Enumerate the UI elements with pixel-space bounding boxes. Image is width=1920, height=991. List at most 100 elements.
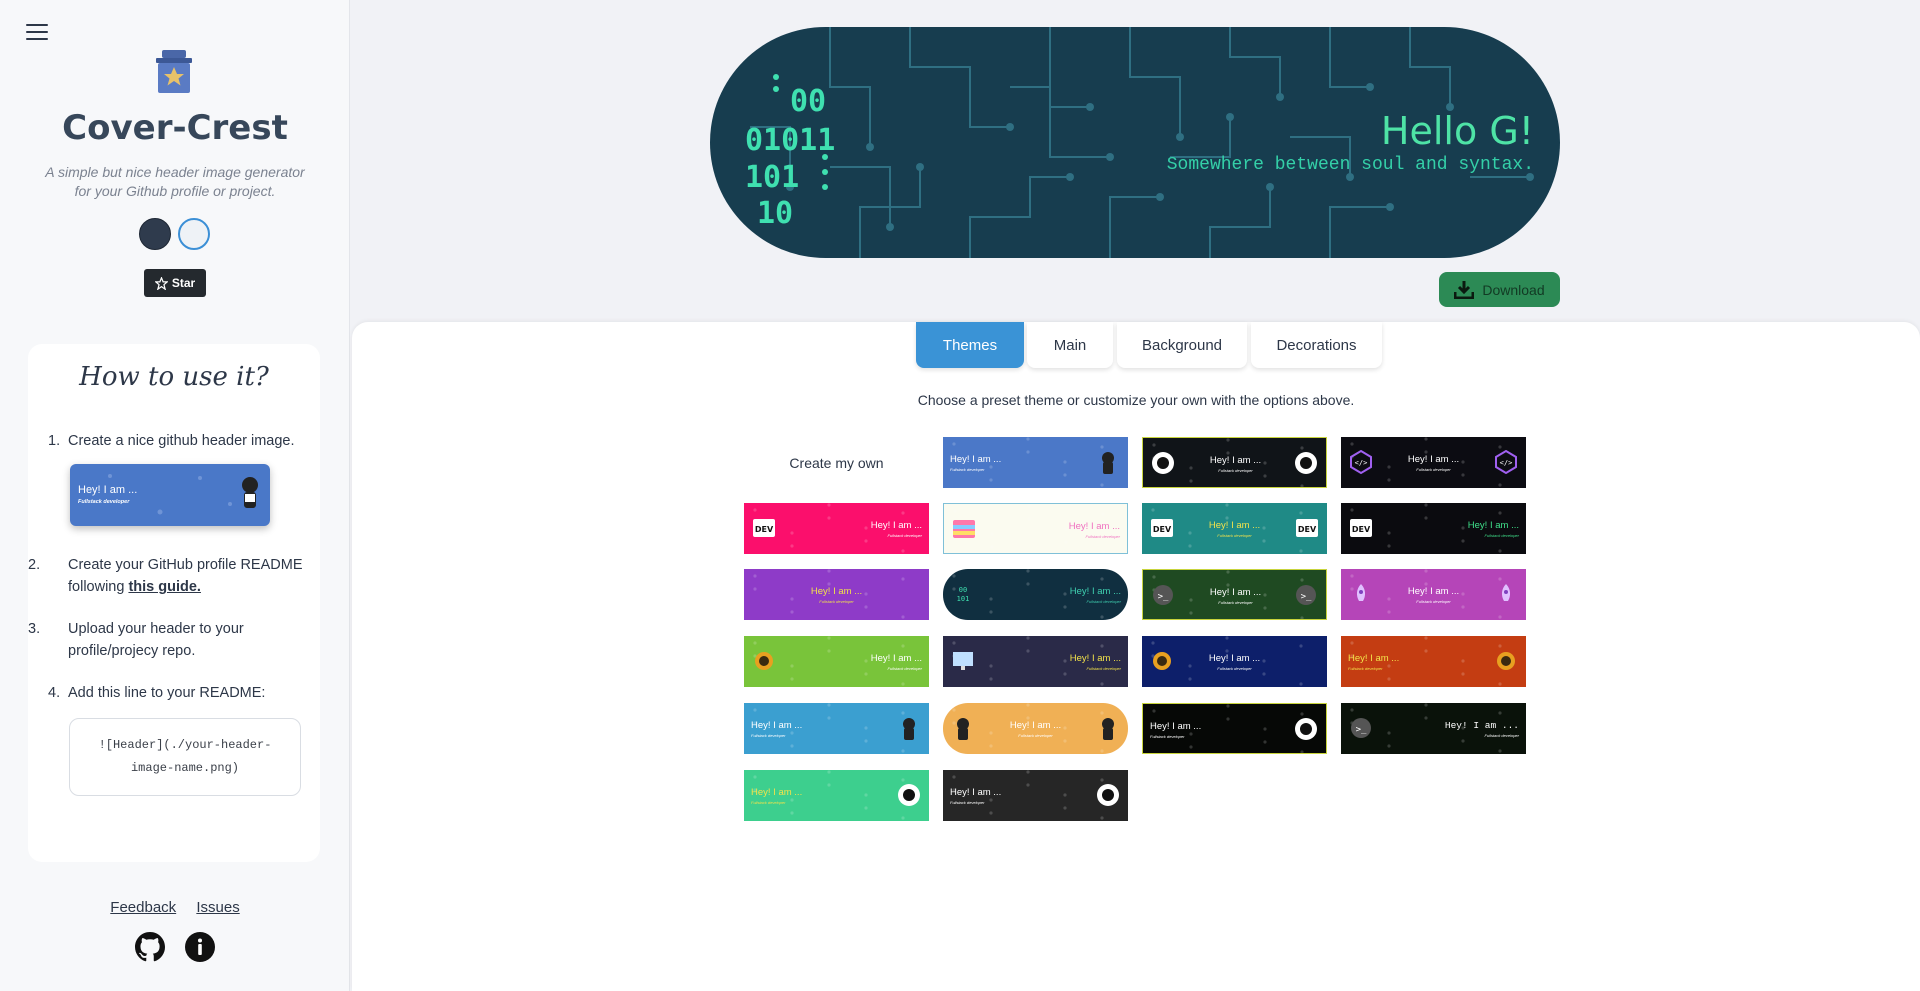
dev-icon: DEV [1151,519,1173,537]
theme-title: Hey! I am ... [1467,520,1519,531]
theme-title: Hey! I am ... [1444,720,1519,731]
theme-thumbnail[interactable]: Hey! I am ... Fullstack developer DEV DEV [1142,503,1327,554]
how-to-title: How to use it? [79,362,269,392]
github-star-button[interactable]: Star [144,269,206,297]
octocat-icon [1102,718,1114,740]
svg-text:DEV: DEV [1153,525,1172,534]
sample-subtitle: Fullstack developer [78,499,130,505]
theme-subtitle: Fullstack developer [1150,734,1185,739]
theme-thumbnail[interactable]: Hey! I am ... Fullstack developer [1341,569,1526,620]
dev-icon: DEV [1296,519,1318,537]
tab-themes[interactable]: Themes [916,322,1024,368]
github-icon [1295,452,1317,474]
theme-thumbnail[interactable]: Hey! I am ... Fullstack developer [744,636,929,687]
step-3: 3. Upload your header to your profile/pro… [28,621,244,659]
theme-thumbnail[interactable]: Hey! I am ... Fullstack developer 00 101 [943,569,1128,620]
terminal-icon: >_ [1296,585,1316,605]
readme-code-snippet[interactable]: ![Header](./your-header-image-name.png) [69,718,301,796]
octocat-icon [957,718,969,740]
theme-title: Hey! I am ... [1069,586,1121,597]
download-button[interactable]: Download [1439,272,1560,307]
theme-subtitle: Fullstack developer [1484,533,1519,538]
octocat-icon [903,718,915,740]
menu-icon[interactable] [26,24,48,42]
issues-link[interactable]: Issues [196,899,239,916]
github-icon[interactable] [135,932,165,962]
info-icon[interactable] [185,932,215,962]
svg-text:>_: >_ [1356,725,1367,735]
rocket-icon [1356,584,1366,601]
theme-thumbnail[interactable]: Hey! I am ... Fullstack developer [1142,636,1327,687]
footer-links: Feedback Issues [0,899,350,916]
theme-subtitle: Fullstack developer [950,800,985,805]
theme-thumbnail[interactable]: Hey! I am ... Fullstack developer [943,437,1128,488]
theme-thumbnail[interactable]: Hey! I am ... Fullstack developer [744,703,929,754]
theme-title: Hey! I am ... [1348,653,1400,664]
rust-icon [1153,652,1171,670]
theme-thumbnail[interactable]: Hey! I am ... Fullstack developer </> </> [1341,437,1526,488]
tab-background[interactable]: Background [1117,322,1247,368]
theme-title: Hey! I am ... [870,520,922,531]
tab-main[interactable]: Main [1027,322,1113,368]
theme-thumbnail[interactable]: Hey! I am ... Fullstack developer [1142,703,1327,754]
theme-thumbnail[interactable]: Hey! I am ... Fullstack developer [943,503,1128,554]
star-label: Star [171,276,196,290]
theme-thumbnail[interactable]: Hey! I am ... Fullstack developer [943,770,1128,821]
theme-subtitle: Fullstack developer [887,666,922,671]
svg-text:DEV: DEV [755,525,774,534]
theme-thumbnail[interactable]: Hey! I am ... Fullstack developer DEV [744,503,929,554]
theme-thumbnail[interactable]: Hey! I am ... Fullstack developer [1341,636,1526,687]
svg-text:</>: </> [1500,459,1513,467]
theme-title: Hey! I am ... [950,454,1002,465]
step-4: 4. Add this line to your README: [48,685,266,701]
theme-title: Hey! I am ... [751,787,803,798]
star-icon [154,276,168,290]
theme-title: Hey! I am ... [751,720,803,731]
svg-text:DEV: DEV [1298,525,1317,534]
create-own-theme[interactable]: Create my own [744,437,929,488]
theme-subtitle: Fullstack developer [819,599,854,604]
octocat-icon [242,477,258,508]
theme-thumbnail[interactable]: Hey! I am ... Fullstack developer [744,569,929,620]
themes-hint: Choose a preset theme or customize your … [917,392,1355,408]
svg-text:DEV: DEV [1352,525,1371,534]
rocket-icon [1501,584,1511,601]
theme-thumbnail[interactable]: Hey! I am ... Fullstack developer >_ [1341,703,1526,754]
tab-decorations[interactable]: Decorations [1251,322,1382,368]
feedback-link[interactable]: Feedback [110,899,176,916]
theme-title: Hey! I am ... [1068,521,1120,532]
theme-thumbnail[interactable]: Hey! I am ... Fullstack developer [1142,437,1327,488]
svg-text:</>: </> [1355,459,1368,467]
theme-thumbnail[interactable]: Hey! I am ... Fullstack developer DEV [1341,503,1526,554]
sample-header-image: Hey! I am ... Fullstack developer [70,464,270,526]
github-icon [1152,452,1174,474]
dark-theme-toggle[interactable] [139,218,171,250]
octocat-icon [1102,452,1114,474]
theme-title: Hey! I am ... [1069,653,1121,664]
theme-title: Hey! I am ... [810,586,863,597]
svg-text:10: 10 [757,196,793,231]
guide-link[interactable]: this guide. [128,579,201,595]
theme-subtitle: Fullstack developer [751,733,786,738]
download-label: Download [1482,281,1545,298]
theme-thumbnail[interactable]: Hey! I am ... Fullstack developer >_ >_ [1142,569,1327,620]
sidebar: Cover-Crest A simple but nice header ima… [0,0,350,991]
github-icon [1097,784,1119,806]
code-hex-icon: </> [1495,450,1517,474]
theme-subtitle: Fullstack developer [1348,666,1383,671]
theme-title: Hey! I am ... [870,653,922,664]
monitor-icon [953,652,973,670]
svg-text:>_: >_ [1158,592,1169,602]
theme-thumbnail[interactable]: Hey! I am ... Fullstack developer [744,770,929,821]
svg-text:00: 00 [790,84,826,119]
sample-title: Hey! I am ... [78,484,138,496]
svg-text:00: 00 [959,586,967,594]
theme-subtitle: Fullstack developer [950,467,985,472]
options-panel [352,322,1920,991]
theme-thumbnail[interactable]: Hey! I am ... Fullstack developer [943,636,1128,687]
svg-text:>_: >_ [1301,592,1312,602]
theme-title: Hey! I am ... [1150,721,1202,732]
dev-rainbow-icon [953,520,975,538]
theme-thumbnail[interactable]: Hey! I am ... Fullstack developer [943,703,1128,754]
light-theme-toggle[interactable] [178,218,210,250]
